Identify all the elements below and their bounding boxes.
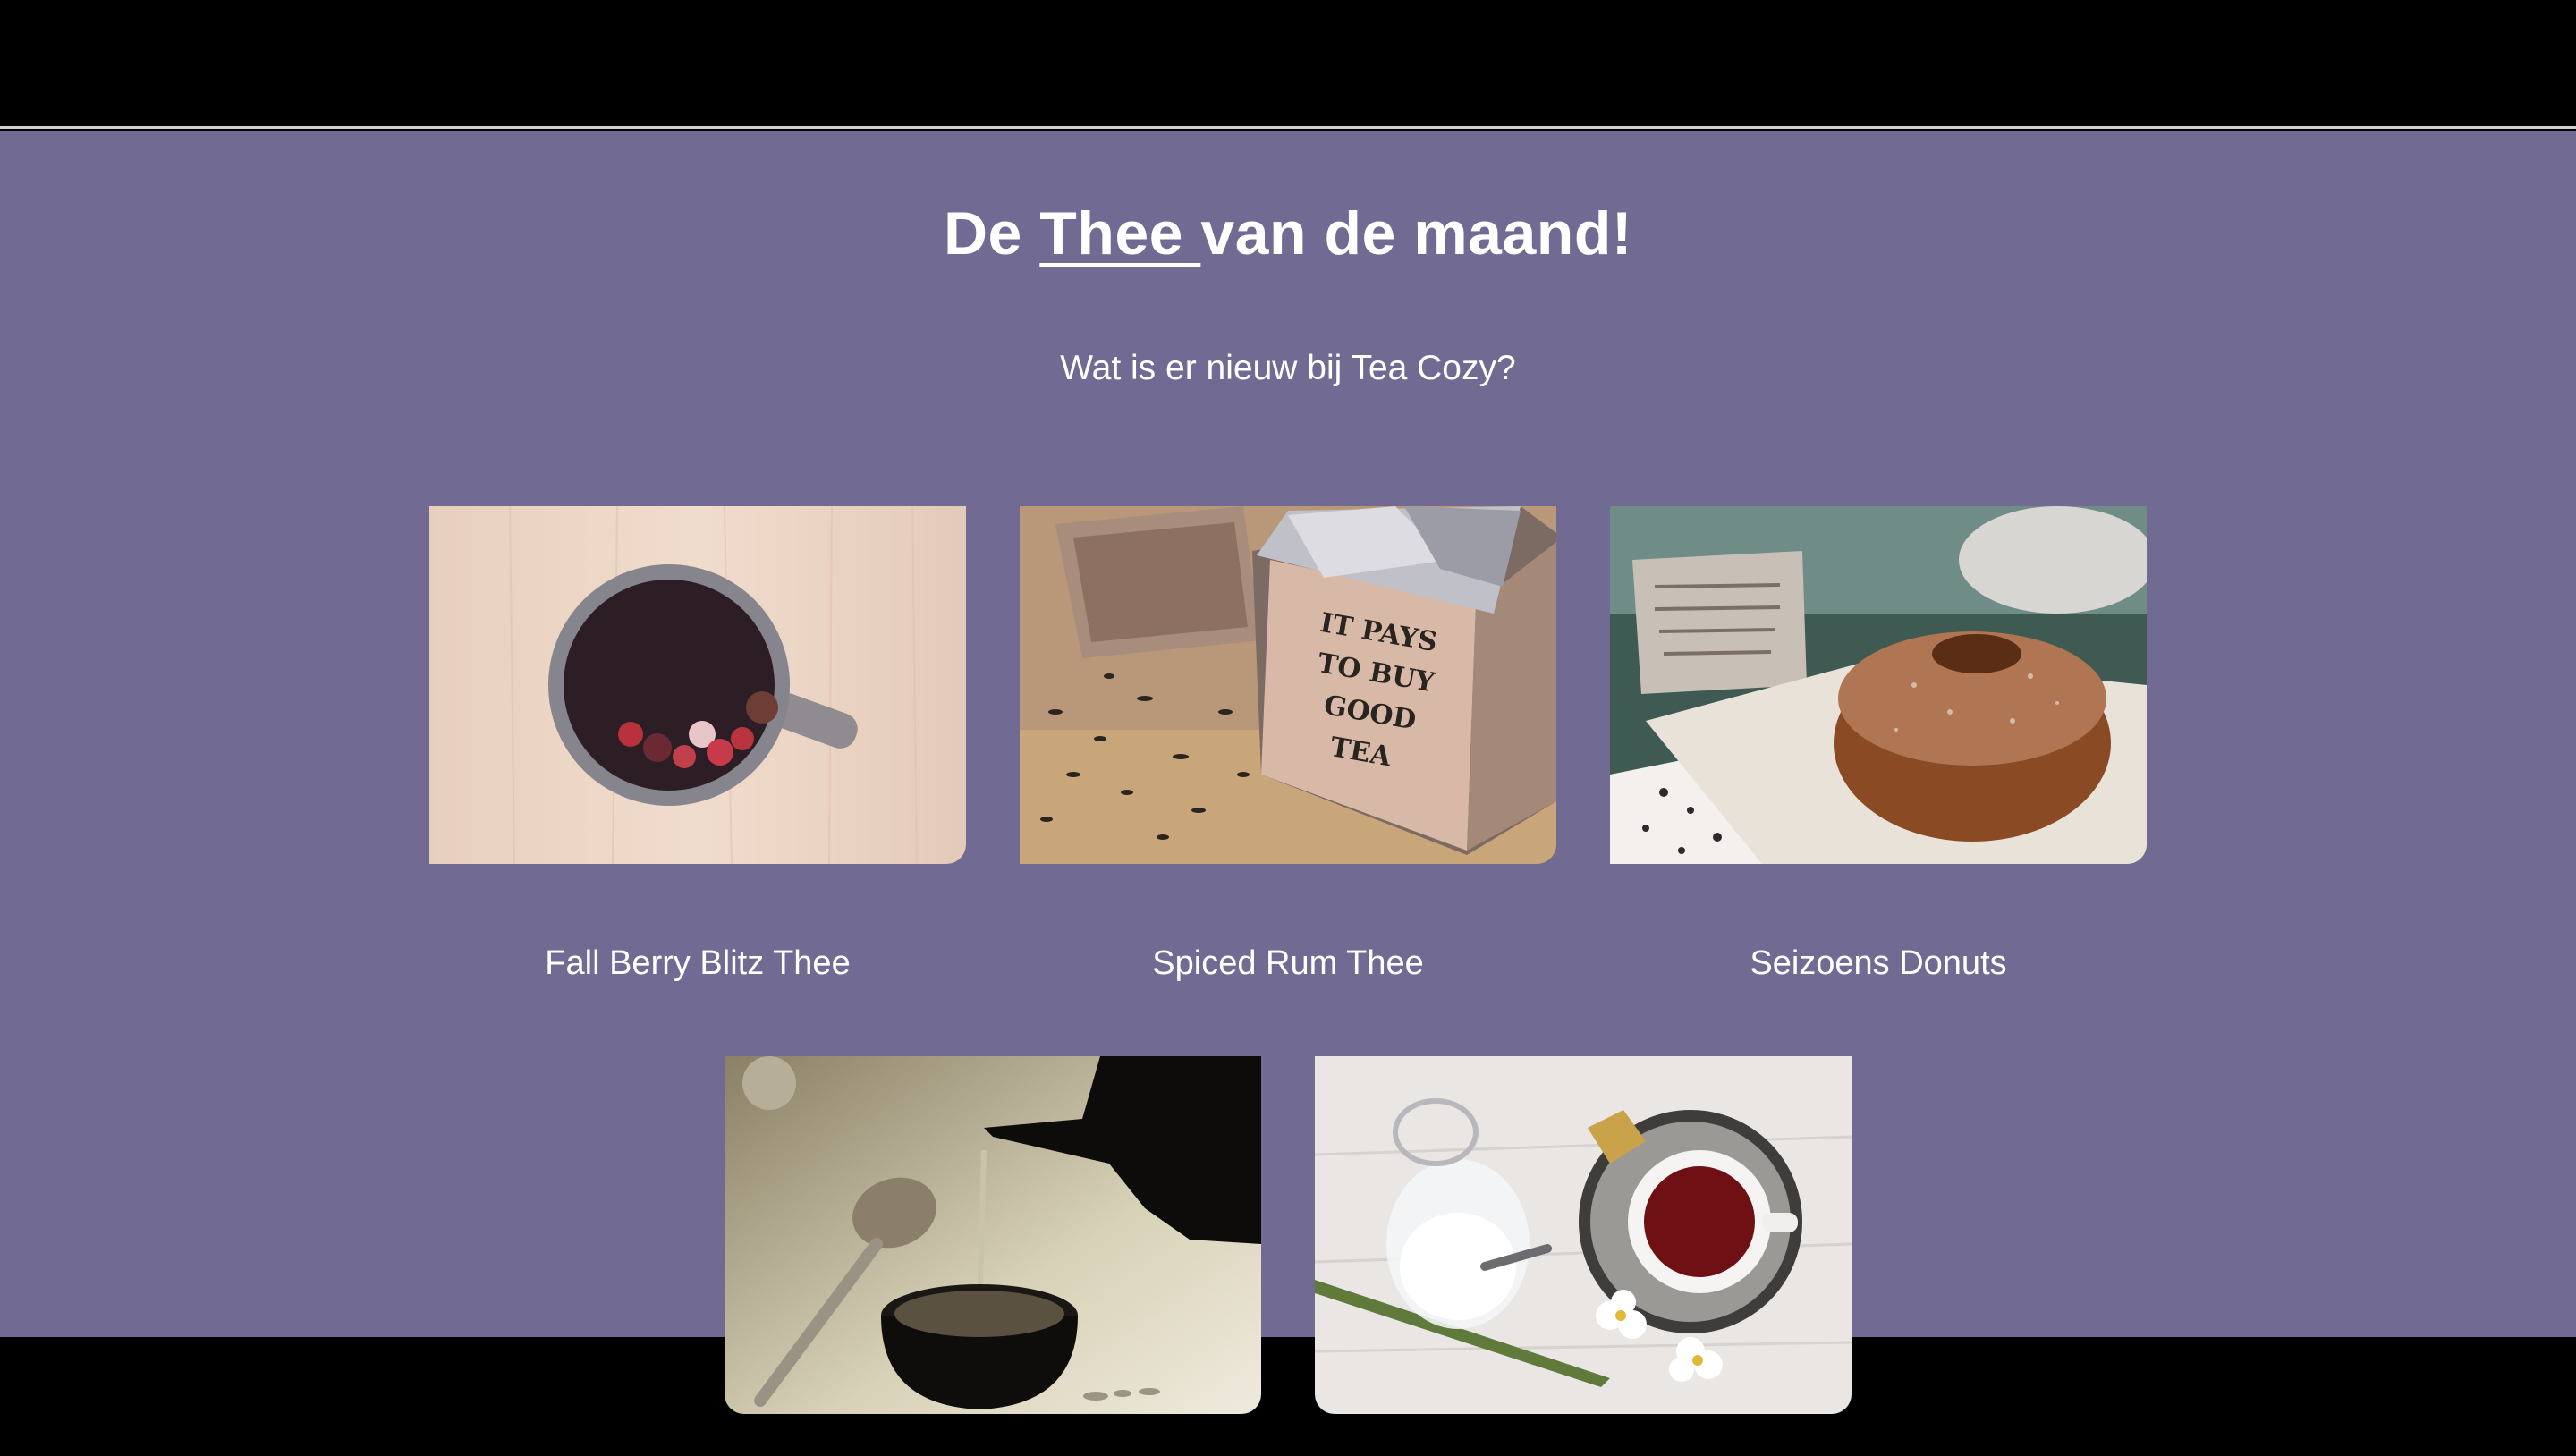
- product-image-teapot-pouring[interactable]: [724, 1056, 1261, 1414]
- product-image-fall-berry-blitz[interactable]: [429, 506, 966, 864]
- top-navigation-bar: [0, 0, 2576, 129]
- title-prefix: De: [943, 199, 1040, 267]
- product-image-seizoens-donuts[interactable]: [1610, 506, 2147, 864]
- teapot-pouring-image: [724, 1056, 1261, 1414]
- product-caption-spiced-rum[interactable]: Spiced Rum Thee: [1020, 944, 1556, 983]
- tea-box-image: IT PAYS TO BUY GOOD TEA: [1020, 506, 1556, 864]
- product-caption-fall-berry-blitz[interactable]: Fall Berry Blitz Thee: [429, 944, 966, 983]
- product-image-spiced-rum[interactable]: IT PAYS TO BUY GOOD TEA: [1020, 506, 1556, 864]
- product-image-tea-with-sugar[interactable]: [1315, 1056, 1852, 1414]
- title-highlight-link[interactable]: Thee: [1039, 199, 1200, 267]
- section-title: De Thee van de maand!: [0, 199, 2576, 268]
- tea-cup-sugar-image: [1315, 1056, 1852, 1414]
- title-suffix: van de maand!: [1200, 199, 1633, 267]
- donut-image: [1610, 506, 2147, 864]
- section-subtitle: Wat is er nieuw bij Tea Cozy?: [1060, 349, 1516, 387]
- product-caption-seizoens-donuts[interactable]: Seizoens Donuts: [1610, 944, 2147, 983]
- berry-tea-cup-image: [429, 506, 966, 864]
- footer-bar: [0, 1337, 2576, 1456]
